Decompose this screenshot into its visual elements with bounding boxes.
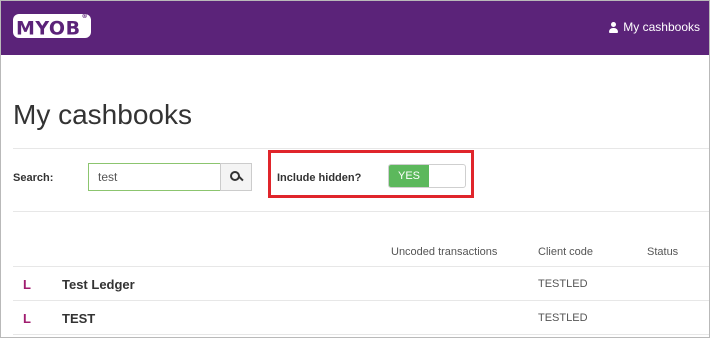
search-icon <box>230 171 242 183</box>
cashbook-name-link[interactable]: Test Ledger <box>62 277 135 292</box>
row-type-badge: L <box>23 311 31 326</box>
title-divider <box>13 148 709 149</box>
row-type-badge: L <box>23 277 31 292</box>
myob-logo[interactable]: MYOB® <box>13 13 91 40</box>
user-icon <box>609 21 619 33</box>
my-cashbooks-link[interactable]: My cashbooks <box>609 20 700 34</box>
my-cashbooks-link-label: My cashbooks <box>623 20 700 34</box>
include-hidden-toggle[interactable]: YES <box>388 164 466 188</box>
logo-text: MYOB <box>15 17 81 40</box>
top-navigation-bar: MYOB® My cashbooks <box>1 1 709 55</box>
search-input[interactable] <box>88 163 221 191</box>
app-window: MYOB® My cashbooks My cashbooks Search: … <box>0 0 710 338</box>
header-divider <box>13 266 709 267</box>
filter-divider <box>13 211 709 212</box>
toggle-yes-state: YES <box>389 165 429 187</box>
row-divider <box>13 300 709 301</box>
include-hidden-label: Include hidden? <box>277 172 362 184</box>
column-header-uncoded[interactable]: Uncoded transactions <box>391 246 497 258</box>
search-label: Search: <box>13 172 54 184</box>
row-divider <box>13 334 709 335</box>
client-code-cell: TESTLED <box>538 278 588 290</box>
cashbook-name-link[interactable]: TEST <box>62 311 95 326</box>
search-button[interactable] <box>220 163 252 191</box>
registered-mark: ® <box>81 13 89 20</box>
client-code-cell: TESTLED <box>538 312 588 324</box>
column-header-status[interactable]: Status <box>647 246 678 258</box>
column-header-client-code[interactable]: Client code <box>538 246 593 258</box>
page-title: My cashbooks <box>13 99 192 130</box>
